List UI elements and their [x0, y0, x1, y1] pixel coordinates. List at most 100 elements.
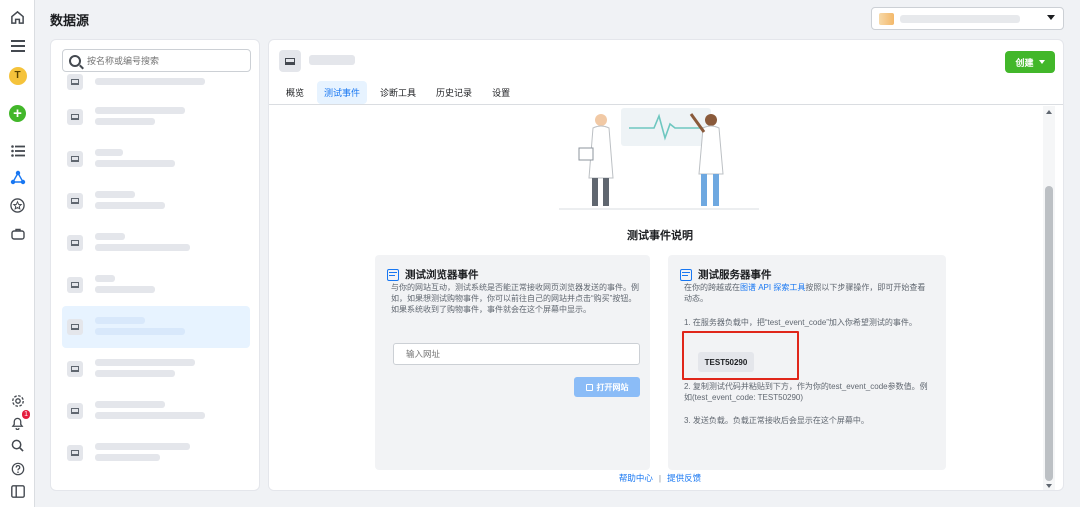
events-manager-icon[interactable] [8, 168, 27, 187]
list-item-redacted [95, 275, 115, 282]
list-item-redacted [95, 160, 175, 167]
tab-overview[interactable]: 概览 [279, 81, 311, 104]
list-item[interactable] [62, 222, 250, 264]
card-description: 在你的跨越或在图谱 API 探索工具按照以下步骤操作，即可开始查看动态。 [684, 282, 932, 304]
list-item-redacted [95, 244, 190, 251]
test-events-illustration [559, 108, 759, 210]
list-item-redacted [95, 107, 185, 114]
graph-api-explorer-link[interactable]: 图谱 API 探索工具 [740, 283, 805, 292]
browser-events-card: 测试浏览器事件 与你的网站互动，测试系统是否能正常接收网页浏览器发送的事件。例如… [375, 255, 650, 470]
data-source-icon [67, 445, 83, 461]
list-item-redacted [95, 328, 185, 335]
menu-icon[interactable] [8, 36, 27, 55]
step-2: 2. 复制测试代码并粘贴到下方，作为你的test_event_code参数值。例… [684, 382, 928, 402]
search-box[interactable] [62, 49, 251, 72]
tab-diagnostics[interactable]: 诊断工具 [373, 81, 423, 104]
create-button-label: 创建 [1015, 57, 1034, 68]
scrollbar-thumb[interactable] [1045, 186, 1053, 481]
notifications-bell-icon[interactable]: 1 [8, 410, 30, 432]
list-item[interactable] [62, 390, 250, 432]
home-icon[interactable] [8, 8, 27, 27]
tab-settings[interactable]: 设置 [485, 81, 517, 104]
settings-gear-icon[interactable] [8, 391, 27, 410]
list-item[interactable] [62, 432, 250, 474]
data-source-icon [67, 235, 83, 251]
list-item-redacted [95, 286, 155, 293]
avatar-initial-icon: T [8, 66, 27, 85]
desc-prefix: 在你的跨越或在 [684, 283, 740, 292]
scroll-down-icon[interactable] [1046, 484, 1052, 488]
tab-test-events[interactable]: 测试事件 [317, 81, 368, 104]
card-header: 测试浏览器事件 [387, 267, 479, 282]
external-link-icon [585, 383, 593, 391]
scroll-up-icon[interactable] [1046, 110, 1052, 114]
url-input[interactable] [393, 343, 640, 365]
left-rail: T + 1 [0, 0, 35, 507]
list-item-redacted [95, 454, 160, 461]
chevron-down-icon [1038, 60, 1045, 64]
highlight-annotation-box [682, 331, 799, 380]
list-item-redacted [95, 78, 205, 85]
search-icon [69, 54, 81, 67]
chevron-down-icon [1047, 15, 1055, 20]
data-source-icon [67, 319, 83, 335]
tab-history[interactable]: 历史记录 [429, 81, 479, 104]
list-icon[interactable] [8, 141, 27, 160]
page-title: 数据源 [50, 13, 90, 28]
list-item-redacted [95, 317, 145, 324]
server-icon [680, 268, 692, 281]
card-title: 测试服务器事件 [698, 269, 772, 281]
list-item-redacted [95, 359, 195, 366]
card-header: 测试服务器事件 [680, 267, 772, 282]
list-item-selected[interactable] [62, 306, 250, 348]
data-source-icon [67, 151, 83, 167]
search-icon[interactable] [8, 436, 27, 455]
data-source-icon [67, 109, 83, 125]
list-item[interactable] [62, 96, 250, 138]
list-item[interactable] [62, 138, 250, 180]
panel-toggle-icon[interactable] [8, 482, 27, 501]
data-source-icon [67, 74, 83, 90]
list-item[interactable] [62, 180, 250, 222]
list-item-redacted [95, 191, 135, 198]
create-button[interactable]: 创建 [1005, 51, 1055, 73]
feedback-link[interactable]: 提供反馈 [667, 473, 701, 483]
card-description: 与你的网站互动，测试系统是否能正常接收网页浏览器发送的事件。例如，如果想测试购物… [391, 283, 639, 314]
card-title: 测试浏览器事件 [405, 269, 479, 281]
data-source-header: 创建 概览 测试事件 诊断工具 历史记录 设置 [269, 40, 1063, 105]
step-3: 3. 发送负载。负载正常接收后会显示在这个屏幕中。 [684, 416, 869, 425]
account-thumbnail [879, 13, 894, 25]
notification-badge: 1 [22, 410, 30, 419]
list-item-redacted [95, 370, 175, 377]
data-source-icon [67, 277, 83, 293]
add-icon[interactable]: + [8, 104, 27, 123]
list-item[interactable] [62, 264, 250, 306]
help-icon[interactable] [8, 459, 27, 478]
data-source-icon [279, 50, 301, 72]
search-input[interactable] [87, 55, 247, 66]
account-selector[interactable] [871, 7, 1064, 30]
open-website-button[interactable]: 打开网站 [574, 377, 640, 397]
main-panel: 创建 概览 测试事件 诊断工具 历史记录 设置 测试事件说明 测试浏览器事件 与… [268, 39, 1064, 491]
data-source-name-redacted [309, 55, 355, 65]
help-center-link[interactable]: 帮助中心 [619, 473, 653, 483]
list-item[interactable] [62, 348, 250, 390]
list-item-redacted [95, 412, 205, 419]
step-1: 1. 在服务器负载中，把“test_event_code”加入你希望测试的事件。 [684, 318, 917, 327]
account-avatar[interactable]: T [8, 66, 27, 85]
open-website-label: 打开网站 [596, 382, 629, 392]
data-source-icon [67, 193, 83, 209]
list-item-redacted [95, 118, 155, 125]
scrollbar[interactable] [1043, 106, 1055, 490]
tab-bar: 概览 测试事件 诊断工具 历史记录 设置 [279, 81, 517, 104]
browser-window-icon [387, 268, 399, 281]
briefcase-icon[interactable] [8, 224, 27, 243]
section-title: 测试事件说明 [627, 230, 693, 242]
test-events-content: 测试事件说明 测试浏览器事件 与你的网站互动，测试系统是否能正常接收网页浏览器发… [269, 106, 1051, 490]
list-item-redacted [95, 149, 123, 156]
footer-separator: | [658, 473, 662, 483]
list-item[interactable] [62, 73, 250, 91]
footer-links: 帮助中心 | 提供反馈 [269, 472, 1051, 484]
list-item-redacted [95, 401, 165, 408]
star-icon[interactable] [8, 196, 27, 215]
